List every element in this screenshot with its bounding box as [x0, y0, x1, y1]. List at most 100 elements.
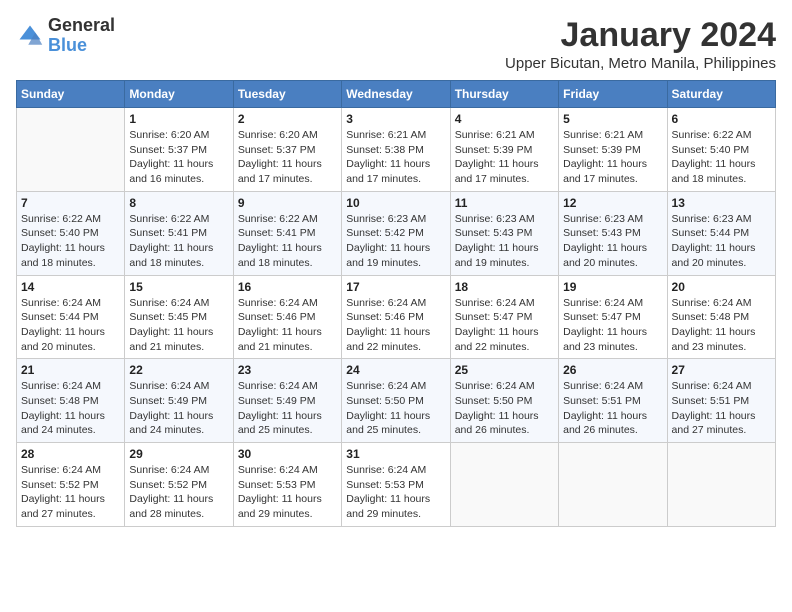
daylight-label: Daylight: 11 hours [129, 410, 213, 422]
sunset: Sunset: 5:39 PM [563, 144, 641, 156]
daylight-minutes: and 19 minutes. [346, 257, 421, 269]
calendar-table: SundayMondayTuesdayWednesdayThursdayFrid… [16, 80, 776, 527]
day-info: Sunrise: 6:23 AMSunset: 5:43 PMDaylight:… [563, 212, 662, 271]
sunset: Sunset: 5:49 PM [129, 395, 207, 407]
day-info: Sunrise: 6:24 AMSunset: 5:49 PMDaylight:… [238, 379, 337, 438]
day-cell: 1Sunrise: 6:20 AMSunset: 5:37 PMDaylight… [125, 108, 233, 192]
day-info: Sunrise: 6:24 AMSunset: 5:53 PMDaylight:… [346, 463, 445, 522]
daylight-minutes: and 18 minutes. [129, 257, 204, 269]
day-number: 15 [129, 280, 228, 294]
day-cell: 27Sunrise: 6:24 AMSunset: 5:51 PMDayligh… [667, 359, 775, 443]
day-cell: 19Sunrise: 6:24 AMSunset: 5:47 PMDayligh… [559, 275, 667, 359]
sunset: Sunset: 5:53 PM [238, 479, 316, 491]
day-cell: 28Sunrise: 6:24 AMSunset: 5:52 PMDayligh… [17, 443, 125, 527]
sunset: Sunset: 5:39 PM [455, 144, 533, 156]
daylight-minutes: and 20 minutes. [563, 257, 638, 269]
day-info: Sunrise: 6:24 AMSunset: 5:44 PMDaylight:… [21, 296, 120, 355]
daylight-minutes: and 24 minutes. [129, 424, 204, 436]
daylight-minutes: and 26 minutes. [563, 424, 638, 436]
sunrise: Sunrise: 6:23 AM [563, 213, 643, 225]
day-number: 29 [129, 447, 228, 461]
day-cell [559, 443, 667, 527]
logo-icon [16, 22, 44, 50]
day-number: 18 [455, 280, 554, 294]
sunrise: Sunrise: 6:20 AM [238, 129, 318, 141]
day-info: Sunrise: 6:24 AMSunset: 5:50 PMDaylight:… [455, 379, 554, 438]
day-cell: 5Sunrise: 6:21 AMSunset: 5:39 PMDaylight… [559, 108, 667, 192]
sunrise: Sunrise: 6:24 AM [129, 464, 209, 476]
week-row-2: 7Sunrise: 6:22 AMSunset: 5:40 PMDaylight… [17, 191, 776, 275]
daylight-label: Daylight: 11 hours [455, 410, 539, 422]
daylight-label: Daylight: 11 hours [238, 242, 322, 254]
daylight-label: Daylight: 11 hours [672, 158, 756, 170]
sunrise: Sunrise: 6:21 AM [346, 129, 426, 141]
sunset: Sunset: 5:51 PM [563, 395, 641, 407]
day-info: Sunrise: 6:22 AMSunset: 5:41 PMDaylight:… [129, 212, 228, 271]
day-cell: 12Sunrise: 6:23 AMSunset: 5:43 PMDayligh… [559, 191, 667, 275]
day-info: Sunrise: 6:24 AM Sunset: 5:48 PM Daylight:… [672, 296, 771, 355]
header-day-monday: Monday [125, 81, 233, 108]
day-number: 3 [346, 112, 445, 126]
title-section: January 2024 Upper Bicutan, Metro Manila… [505, 16, 776, 72]
sunset: Sunset: 5:38 PM [346, 144, 424, 156]
week-row-1: 1Sunrise: 6:20 AMSunset: 5:37 PMDaylight… [17, 108, 776, 192]
day-number: 10 [346, 196, 445, 210]
day-cell: 25Sunrise: 6:24 AMSunset: 5:50 PMDayligh… [450, 359, 558, 443]
day-info: Sunrise: 6:24 AMSunset: 5:52 PMDaylight:… [129, 463, 228, 522]
sunset: Sunset: 5:44 PM [21, 311, 99, 323]
sunrise: Sunrise: 6:24 AM [346, 380, 426, 392]
daylight-minutes: and 19 minutes. [455, 257, 530, 269]
daylight-label: Daylight: 11 hours [21, 410, 105, 422]
daylight-minutes: and 16 minutes. [129, 173, 204, 185]
header-day-sunday: Sunday [17, 81, 125, 108]
daylight-minutes: and 21 minutes. [238, 341, 313, 353]
day-cell: 29 Sunrise: 6:24 AMSunset: 5:52 PMDayligh… [125, 443, 233, 527]
daylight-minutes: and 18 minutes. [21, 257, 96, 269]
sunrise: Sunrise: 6:24 AM [455, 297, 535, 309]
sunrise: Sunrise: 6:22 AM [672, 129, 752, 141]
daylight-label: Daylight: 11 hours [672, 242, 756, 254]
day-cell: 13Sunrise: 6:23 AMSunset: 5:44 PMDayligh… [667, 191, 775, 275]
sunrise: Sunrise: 6:24 AM [129, 297, 209, 309]
daylight-label: Daylight: 11 hours [672, 410, 756, 422]
daylight-minutes: and 20 minutes. [21, 341, 96, 353]
sunrise: Sunrise: 6:24 AM [21, 380, 101, 392]
daylight-label: Daylight: 11 hours [563, 410, 647, 422]
daylight-label: Daylight: 11 hours [238, 410, 322, 422]
daylight-minutes: and 26 minutes. [455, 424, 530, 436]
week-row-3: 14Sunrise: 6:24 AMSunset: 5:44 PMDayligh… [17, 275, 776, 359]
sunrise: Sunrise: 6:24 AM [455, 380, 535, 392]
sunset: Sunset: 5:48 PM [672, 311, 750, 323]
day-cell: 24Sunrise: 6:24 AMSunset: 5:50 PMDayligh… [342, 359, 450, 443]
day-cell: 18Sunrise: 6:24 AMSunset: 5:47 PMDayligh… [450, 275, 558, 359]
daylight-label: Daylight: 11 hours [21, 493, 105, 505]
daylight-label: Daylight: 11 hours [129, 493, 213, 505]
day-cell: 15Sunrise: 6:24 AMSunset: 5:45 PMDayligh… [125, 275, 233, 359]
day-info: Sunrise: 6:23 AMSunset: 5:43 PMDaylight:… [455, 212, 554, 271]
day-number: 7 [21, 196, 120, 210]
daylight-minutes: and 27 minutes. [672, 424, 747, 436]
day-info: Sunrise: 6:24 AMSunset: 5:53 PMDaylight:… [238, 463, 337, 522]
daylight-minutes: and 18 minutes. [672, 173, 747, 185]
daylight-label: Daylight: 11 hours [238, 493, 322, 505]
daylight-label: Daylight: 11 hours [346, 410, 430, 422]
day-cell: 30Sunrise: 6:24 AMSunset: 5:53 PMDayligh… [233, 443, 341, 527]
day-cell: 17Sunrise: 6:24 AMSunset: 5:46 PMDayligh… [342, 275, 450, 359]
header-row: SundayMondayTuesdayWednesdayThursdayFrid… [17, 81, 776, 108]
calendar-body: 1Sunrise: 6:20 AMSunset: 5:37 PMDaylight… [17, 108, 776, 527]
day-cell: 14Sunrise: 6:24 AMSunset: 5:44 PMDayligh… [17, 275, 125, 359]
day-info: Sunrise: 6:20 AMSunset: 5:37 PMDaylight:… [129, 128, 228, 187]
daylight-label: Daylight: 11 hours [346, 158, 430, 170]
day-cell: 7Sunrise: 6:22 AMSunset: 5:40 PMDaylight… [17, 191, 125, 275]
day-info: Sunrise: 6:24 AMSunset: 5:46 PMDaylight:… [238, 296, 337, 355]
daylight-label: Daylight: 11 hours [129, 326, 213, 338]
sunrise: Sunrise: 6:24 AM [563, 297, 643, 309]
sunset: Sunset: 5:47 PM [563, 311, 641, 323]
day-number: 16 [238, 280, 337, 294]
day-cell: 16 Sunrise: 6:24 AMSunset: 5:46 PMDayligh… [233, 275, 341, 359]
sunrise: Sunrise: 6:24 AM [21, 297, 101, 309]
sunrise: Sunrise: 6:24 AM [672, 297, 752, 309]
daylight-label: Daylight: 11 hours [672, 326, 756, 338]
sunrise: Sunrise: 6:24 AM [346, 464, 426, 476]
sunrise: Sunrise: 6:24 AM [21, 464, 101, 476]
